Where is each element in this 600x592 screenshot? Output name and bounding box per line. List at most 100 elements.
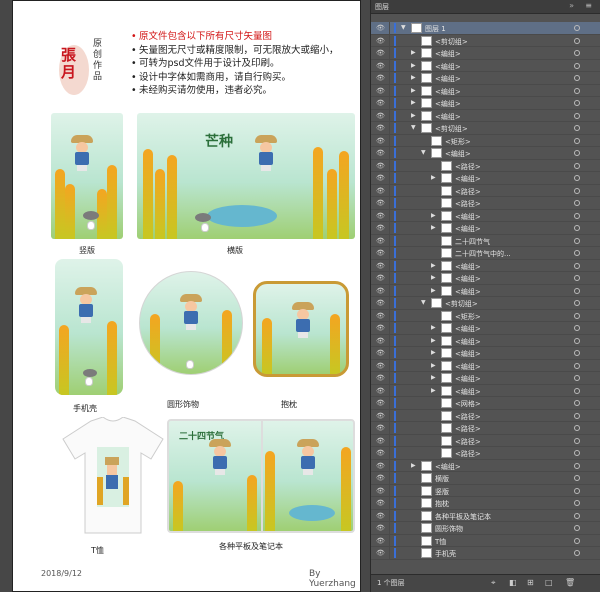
- lock-column[interactable]: [389, 47, 390, 59]
- visibility-eye-icon[interactable]: 👁: [376, 499, 385, 507]
- lock-column[interactable]: [389, 322, 390, 334]
- disclosure-closed-icon[interactable]: ▶: [431, 387, 436, 394]
- lock-column[interactable]: [389, 109, 390, 122]
- collapse-icon[interactable]: »: [569, 1, 574, 10]
- layer-row[interactable]: 👁 ▶ <编组>: [371, 109, 600, 122]
- disclosure-closed-icon[interactable]: ▶: [411, 462, 416, 469]
- lock-column[interactable]: [389, 484, 390, 497]
- target-circle-icon[interactable]: [574, 162, 580, 169]
- artboard-canvas[interactable]: 張月 原创作品 原文件包含以下所有尺寸矢量图 矢量图无尺寸或精度限制，可无限放大…: [0, 0, 370, 592]
- disclosure-closed-icon[interactable]: ▶: [411, 49, 416, 56]
- layer-row[interactable]: 👁 ▶ <编组>: [371, 384, 600, 397]
- lock-column[interactable]: [389, 247, 390, 259]
- disclosure-closed-icon[interactable]: ▶: [431, 287, 436, 294]
- layer-row[interactable]: 👁 ▶ <编组>: [371, 259, 600, 272]
- target-circle-icon[interactable]: [574, 75, 580, 81]
- visibility-eye-icon[interactable]: 👁: [376, 74, 385, 82]
- disclosure-closed-icon[interactable]: ▶: [411, 112, 416, 119]
- layer-row[interactable]: 👁 ▶ <编组>: [371, 59, 600, 72]
- layer-row[interactable]: 👁 圆形饰物: [371, 522, 600, 535]
- lock-column[interactable]: [389, 522, 390, 534]
- lock-column[interactable]: [389, 72, 390, 84]
- lock-column[interactable]: [389, 159, 390, 172]
- disclosure-closed-icon[interactable]: ▶: [411, 62, 416, 69]
- target-circle-icon[interactable]: [574, 150, 580, 156]
- visibility-eye-icon[interactable]: 👁: [376, 224, 385, 232]
- visibility-eye-icon[interactable]: 👁: [376, 474, 385, 482]
- lock-column[interactable]: [389, 459, 390, 472]
- disclosure-closed-icon[interactable]: ▶: [431, 274, 436, 281]
- disclosure-open-icon[interactable]: ▼: [421, 149, 426, 156]
- target-circle-icon[interactable]: [574, 362, 580, 369]
- target-circle-icon[interactable]: [574, 387, 580, 394]
- visibility-eye-icon[interactable]: 👁: [376, 487, 385, 495]
- layer-row[interactable]: 👁 <矩形>: [371, 134, 600, 147]
- target-circle-icon[interactable]: [574, 425, 580, 431]
- target-circle-icon[interactable]: [574, 225, 580, 231]
- target-circle-icon[interactable]: [574, 550, 580, 556]
- target-circle-icon[interactable]: [574, 500, 580, 506]
- visibility-eye-icon[interactable]: 👁: [376, 287, 385, 295]
- layer-row[interactable]: 👁 竖版: [371, 484, 600, 497]
- target-circle-icon[interactable]: [574, 450, 580, 456]
- visibility-eye-icon[interactable]: 👁: [376, 412, 385, 420]
- lock-column[interactable]: [389, 122, 390, 134]
- target-circle-icon[interactable]: [574, 300, 580, 306]
- delete-layer-icon[interactable]: 🗑: [565, 578, 575, 587]
- lock-column[interactable]: [389, 147, 390, 159]
- lock-column[interactable]: [389, 22, 390, 34]
- target-circle-icon[interactable]: [574, 125, 580, 131]
- visibility-eye-icon[interactable]: 👁: [376, 449, 385, 457]
- layer-row[interactable]: 👁 ▶ <编组>: [371, 459, 600, 472]
- lock-column[interactable]: [389, 222, 390, 234]
- layer-row[interactable]: 👁 ▶ <编组>: [371, 359, 600, 372]
- target-circle-icon[interactable]: [574, 50, 580, 56]
- lock-column[interactable]: [389, 409, 390, 422]
- visibility-eye-icon[interactable]: 👁: [376, 299, 385, 307]
- visibility-eye-icon[interactable]: 👁: [376, 174, 385, 182]
- visibility-eye-icon[interactable]: 👁: [376, 437, 385, 445]
- layer-row[interactable]: 👁 手机壳: [371, 547, 600, 560]
- layer-row[interactable]: 👁 <路径>: [371, 422, 600, 435]
- visibility-eye-icon[interactable]: 👁: [376, 387, 385, 395]
- lock-column[interactable]: [389, 184, 390, 197]
- layer-row[interactable]: 👁 ▶ <编组>: [371, 347, 600, 360]
- lock-column[interactable]: [389, 284, 390, 297]
- disclosure-closed-icon[interactable]: ▶: [431, 262, 436, 269]
- layer-row[interactable]: 👁 ▶ <编组>: [371, 272, 600, 285]
- layer-row[interactable]: 👁 ▼ <剪切组>: [371, 122, 600, 135]
- layer-row[interactable]: 👁 <剪切组>: [371, 34, 600, 47]
- layer-row[interactable]: 👁 ▼ <剪切组>: [371, 297, 600, 310]
- visibility-eye-icon[interactable]: 👁: [376, 324, 385, 332]
- visibility-eye-icon[interactable]: 👁: [376, 62, 385, 70]
- layer-row[interactable]: 👁 ▼ 图层 1: [371, 22, 600, 35]
- visibility-eye-icon[interactable]: 👁: [376, 374, 385, 382]
- layer-row[interactable]: 👁 ▶ <编组>: [371, 372, 600, 385]
- target-circle-icon[interactable]: [574, 325, 580, 331]
- disclosure-closed-icon[interactable]: ▶: [411, 74, 416, 81]
- disclosure-closed-icon[interactable]: ▶: [411, 99, 416, 106]
- visibility-eye-icon[interactable]: 👁: [376, 37, 385, 45]
- disclosure-closed-icon[interactable]: ▶: [431, 324, 436, 331]
- lock-column[interactable]: [389, 84, 390, 97]
- new-layer-icon[interactable]: □: [545, 578, 553, 587]
- layer-row[interactable]: 👁 ▶ <编组>: [371, 97, 600, 110]
- lock-column[interactable]: [389, 334, 390, 347]
- visibility-eye-icon[interactable]: 👁: [376, 149, 385, 157]
- target-circle-icon[interactable]: [574, 250, 580, 256]
- visibility-eye-icon[interactable]: 👁: [376, 212, 385, 220]
- layer-row[interactable]: 👁 <路径>: [371, 197, 600, 210]
- layer-row[interactable]: 👁 ▶ <编组>: [371, 284, 600, 297]
- visibility-eye-icon[interactable]: 👁: [376, 99, 385, 107]
- new-sublayer-icon[interactable]: ⊞: [527, 578, 534, 587]
- target-circle-icon[interactable]: [574, 112, 580, 119]
- lock-column[interactable]: [389, 509, 390, 522]
- visibility-eye-icon[interactable]: 👁: [376, 262, 385, 270]
- target-circle-icon[interactable]: [574, 262, 580, 269]
- layer-row[interactable]: 👁 各种平板及笔记本: [371, 509, 600, 522]
- layer-row[interactable]: 👁 <路径>: [371, 409, 600, 422]
- lock-column[interactable]: [389, 347, 390, 359]
- clipping-mask-icon[interactable]: ◧: [509, 578, 517, 587]
- visibility-eye-icon[interactable]: 👁: [376, 549, 385, 557]
- target-circle-icon[interactable]: [574, 312, 580, 319]
